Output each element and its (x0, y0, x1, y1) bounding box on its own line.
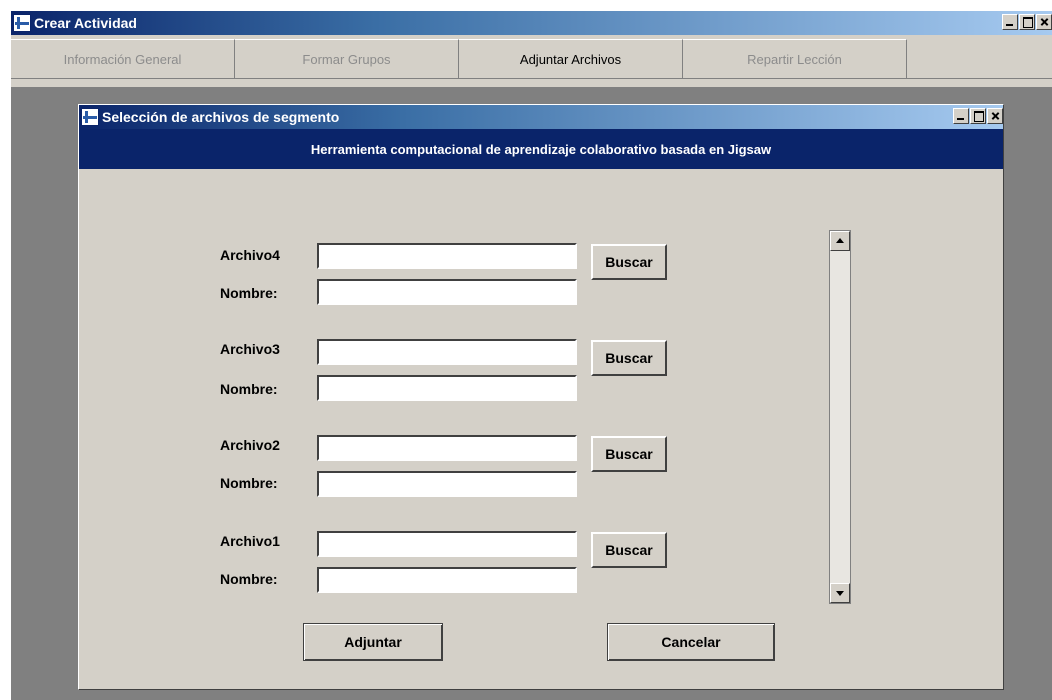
archivo1-field[interactable] (317, 531, 577, 557)
nombre3-field[interactable] (317, 375, 577, 401)
archivo3-field[interactable] (317, 339, 577, 365)
close-icon[interactable] (1036, 14, 1052, 30)
archivo1-label: Archivo1 (220, 533, 280, 549)
archivo4-field[interactable] (317, 243, 577, 269)
buscar-archivo4-button[interactable]: Buscar (591, 244, 667, 280)
dialog-close-icon[interactable] (987, 108, 1003, 124)
buscar-archivo1-button[interactable]: Buscar (591, 532, 667, 568)
tab-informacion-general[interactable]: Información General (11, 39, 235, 79)
tab-bar-spacer (907, 39, 1052, 79)
main-window-controls (1001, 14, 1052, 30)
minimize-icon[interactable] (1002, 14, 1018, 30)
tab-formar-grupos[interactable]: Formar Grupos (235, 39, 459, 79)
maximize-icon[interactable] (1019, 14, 1035, 30)
scroll-down-arrow-icon[interactable] (830, 583, 850, 603)
archivo3-label: Archivo3 (220, 341, 280, 357)
buscar-archivo3-button[interactable]: Buscar (591, 340, 667, 376)
vertical-scrollbar[interactable] (829, 230, 851, 604)
scrollbar-track[interactable] (830, 251, 850, 583)
dialog-minimize-icon[interactable] (953, 108, 969, 124)
dialog-app-icon (81, 108, 99, 126)
main-window-title: Crear Actividad (34, 15, 137, 31)
nombre3-label: Nombre: (220, 381, 278, 397)
dialog-title: Selección de archivos de segmento (102, 109, 340, 125)
tab-adjuntar-archivos[interactable]: Adjuntar Archivos (459, 39, 683, 79)
tab-bar: Información General Formar Grupos Adjunt… (11, 39, 1052, 79)
nombre2-field[interactable] (317, 471, 577, 497)
nombre1-field[interactable] (317, 567, 577, 593)
buscar-archivo2-button[interactable]: Buscar (591, 436, 667, 472)
dialog-maximize-icon[interactable] (970, 108, 986, 124)
archivo4-label: Archivo4 (220, 247, 280, 263)
dialog-titlebar[interactable]: Selección de archivos de segmento (79, 105, 1003, 129)
dialog-window-controls (952, 108, 1003, 124)
app-icon (13, 14, 31, 32)
scroll-up-arrow-icon[interactable] (830, 231, 850, 251)
nombre2-label: Nombre: (220, 475, 278, 491)
tool-banner: Herramienta computacional de aprendizaje… (79, 129, 1003, 169)
main-titlebar[interactable]: Crear Actividad (11, 11, 1052, 35)
nombre4-field[interactable] (317, 279, 577, 305)
tab-repartir-leccion[interactable]: Repartir Lección (683, 39, 907, 79)
archivo2-field[interactable] (317, 435, 577, 461)
cancelar-button[interactable]: Cancelar (607, 623, 775, 661)
nombre4-label: Nombre: (220, 285, 278, 301)
archivo2-label: Archivo2 (220, 437, 280, 453)
adjuntar-button[interactable]: Adjuntar (303, 623, 443, 661)
nombre1-label: Nombre: (220, 571, 278, 587)
file-selection-dialog: Selección de archivos de segmento Herram… (78, 104, 1004, 690)
